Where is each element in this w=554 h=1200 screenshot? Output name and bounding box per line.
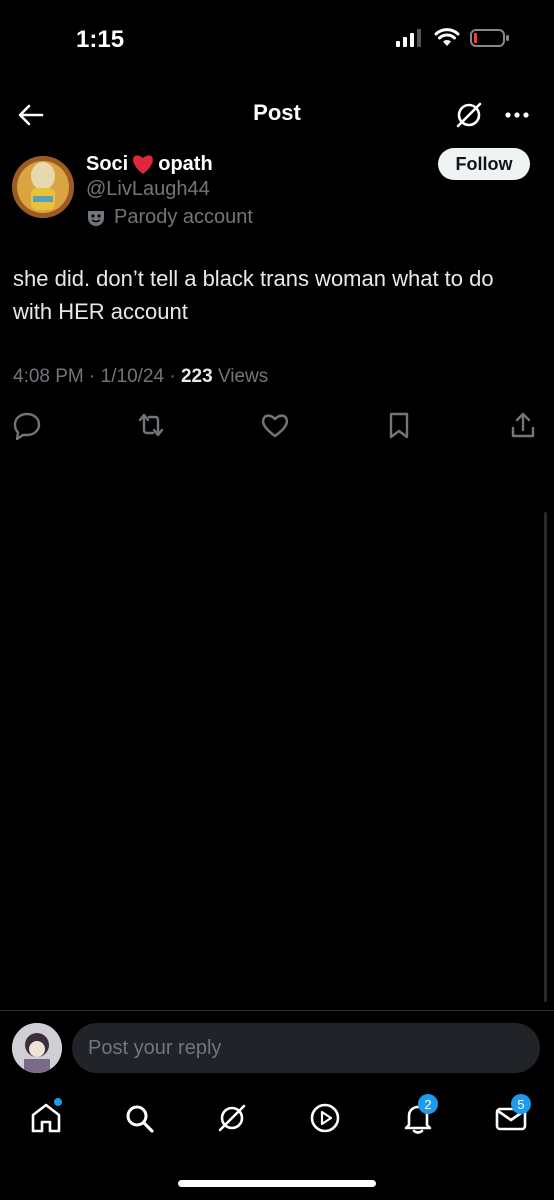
post-actions	[0, 410, 554, 446]
more-options-icon[interactable]	[500, 98, 534, 132]
bottom-tab-bar: 2 5	[0, 1080, 554, 1160]
user-avatar[interactable]	[12, 1023, 62, 1073]
status-time: 1:15	[76, 26, 125, 53]
top-nav: Post	[0, 84, 554, 148]
author-avatar[interactable]	[12, 156, 74, 218]
messages-badge: 5	[511, 1094, 531, 1114]
tab-video[interactable]	[307, 1100, 343, 1136]
author-handle[interactable]: @LivLaugh44	[86, 178, 210, 201]
reply-bar	[0, 1020, 554, 1076]
tab-notifications[interactable]: 2	[400, 1094, 438, 1136]
parody-text: Parody account	[114, 206, 253, 228]
like-icon[interactable]	[260, 410, 290, 440]
tab-home[interactable]	[28, 1098, 64, 1136]
share-icon[interactable]	[508, 410, 538, 440]
views-count[interactable]: 223	[181, 366, 213, 387]
meta-separator: ·	[169, 366, 181, 387]
battery-icon	[470, 29, 509, 47]
grok-icon	[218, 1104, 246, 1132]
post-meta: 4:08 PM · 1/10/24 · 223 Views	[13, 366, 268, 388]
play-circle-icon	[310, 1103, 340, 1133]
wifi-icon	[434, 28, 460, 46]
meta-separator: ·	[89, 366, 101, 387]
status-icons	[396, 28, 510, 48]
heart-emoji-icon	[133, 155, 154, 174]
author-name-part: opath	[158, 152, 213, 175]
signal-icon	[396, 29, 421, 47]
post-text: she did. don’t tell a black trans woman …	[13, 266, 494, 324]
divider	[0, 1010, 554, 1011]
author-name[interactable]: Soci opath	[86, 152, 213, 176]
home-unread-dot	[54, 1098, 62, 1106]
author-name-part: Soci	[86, 152, 129, 175]
reply-input[interactable]	[72, 1023, 540, 1073]
notifications-badge: 2	[418, 1094, 438, 1114]
tab-messages[interactable]: 5	[493, 1094, 531, 1136]
status-bar: 1:15	[0, 0, 554, 80]
tab-grok[interactable]	[214, 1100, 250, 1136]
reply-icon[interactable]	[12, 410, 42, 440]
search-icon	[126, 1105, 154, 1133]
bookmark-icon[interactable]	[384, 410, 414, 440]
scrollbar[interactable]	[544, 512, 547, 1002]
post-time: 4:08 PM	[13, 366, 84, 387]
repost-icon[interactable]	[136, 410, 166, 440]
parody-label: Parody account	[86, 206, 253, 229]
home-indicator[interactable]	[178, 1180, 376, 1187]
post-date: 1/10/24	[100, 366, 165, 387]
views-label: Views	[217, 366, 269, 387]
grok-icon[interactable]	[452, 98, 486, 132]
parody-mask-icon	[88, 210, 104, 226]
follow-button[interactable]: Follow	[438, 148, 530, 180]
tab-search[interactable]	[121, 1100, 157, 1136]
